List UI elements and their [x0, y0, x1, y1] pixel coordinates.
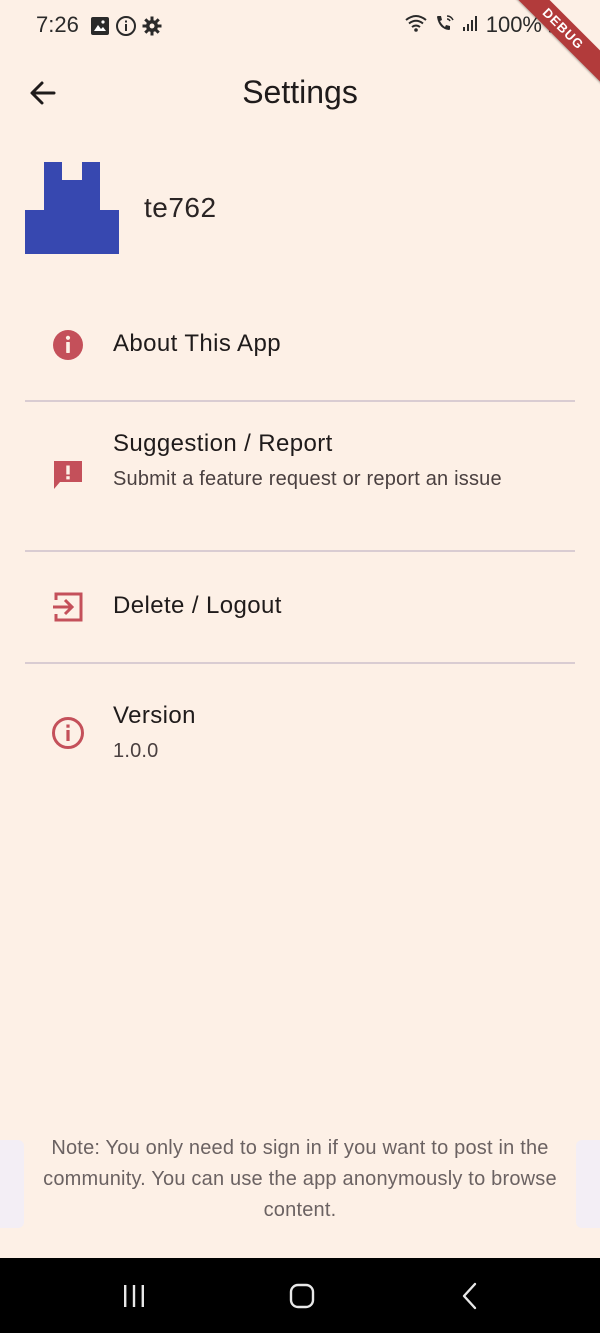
logout-icon	[51, 590, 85, 624]
info-filled-icon	[51, 328, 85, 362]
status-left-icons	[90, 15, 162, 42]
recents-icon	[124, 1285, 144, 1307]
menu-item-subtitle: 1.0.0	[113, 740, 159, 762]
image-icon	[90, 16, 110, 41]
info-icon	[115, 15, 137, 42]
profile-header[interactable]: te762	[25, 160, 575, 256]
wifi-calling-icon	[434, 13, 456, 38]
home-icon	[289, 1283, 315, 1309]
signal-icon	[462, 14, 480, 37]
menu-item-delete-logout[interactable]: Delete / Logout	[25, 552, 575, 662]
menu-item-suggestion[interactable]: Suggestion / Report Submit a feature req…	[25, 402, 575, 550]
menu-item-version[interactable]: Version 1.0.0	[25, 664, 575, 804]
status-bar: 7:26 100%	[0, 0, 600, 52]
menu-item-about[interactable]: About This App	[25, 290, 575, 400]
navigation-bar	[0, 1258, 600, 1333]
edge-panel-handle-right[interactable]	[576, 1140, 600, 1228]
wifi-icon	[404, 13, 428, 38]
status-time: 7:26	[36, 12, 79, 37]
feedback-icon	[51, 458, 85, 492]
nav-back-button[interactable]	[450, 1276, 490, 1316]
settings-list: About This App Suggestion / Report Submi…	[25, 290, 575, 804]
home-button[interactable]	[282, 1276, 322, 1316]
menu-item-title: About This App	[113, 330, 281, 357]
settings-icon	[142, 16, 162, 41]
footer-note: Note: You only need to sign in if you wa…	[43, 1137, 557, 1221]
chevron-left-icon	[462, 1282, 477, 1310]
menu-item-subtitle: Submit a feature request or report an is…	[113, 468, 502, 490]
menu-item-title: Version	[113, 702, 196, 729]
edge-panel-handle-left[interactable]	[0, 1140, 24, 1228]
username: te762	[144, 192, 217, 223]
page-title: Settings	[242, 74, 358, 110]
recents-button[interactable]	[114, 1276, 154, 1316]
menu-item-title: Delete / Logout	[113, 592, 282, 619]
avatar	[25, 162, 119, 254]
menu-item-title: Suggestion / Report	[113, 430, 333, 457]
info-outline-icon	[51, 716, 85, 750]
app-bar: Settings	[0, 56, 600, 130]
